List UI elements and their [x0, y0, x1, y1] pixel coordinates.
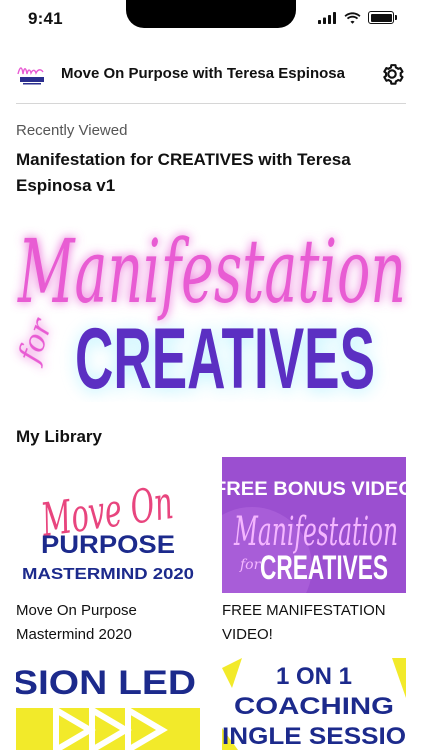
art-sub-text: MASTERMIND 2020: [22, 566, 194, 583]
library-item-artwork[interactable]: Move On PURPOSE MASTERMIND 2020: [16, 457, 200, 593]
art-for-text: for: [239, 557, 262, 573]
free-video-artwork: FREE BONUS VIDEO Manifestation for CREAT…: [222, 457, 406, 593]
art-block-text: PURPOSE: [41, 531, 175, 559]
my-library-heading: My Library: [16, 427, 102, 446]
art-block-text: CREATIVES: [260, 549, 388, 587]
hero-block-text: CREATIVES: [75, 311, 375, 402]
art-line2-text: COACHING: [234, 693, 394, 720]
cellular-signal-icon: [318, 11, 336, 24]
recently-viewed-label: Recently Viewed: [16, 122, 128, 139]
status-bar: 9:41: [0, 0, 422, 44]
app-header: Move On Purpose with Teresa Espinosa: [16, 56, 406, 92]
wifi-icon: [344, 11, 361, 24]
settings-gear-icon[interactable]: [378, 60, 406, 88]
recently-viewed-artwork[interactable]: CREATIVES CREATIVES Manifestation for: [10, 210, 412, 402]
session-led-artwork: SION LED: [16, 658, 200, 750]
battery-icon: [368, 11, 397, 24]
recently-viewed-title[interactable]: Manifestation for CREATIVES with Teresa …: [16, 147, 396, 199]
mastermind-artwork: Move On PURPOSE MASTERMIND 2020: [22, 475, 194, 583]
library-item-title[interactable]: FREE MANIFESTATION VIDEO!: [222, 599, 412, 647]
library-item-title[interactable]: Move On Purpose Mastermind 2020: [16, 599, 206, 647]
app-title: Move On Purpose with Teresa Espinosa: [61, 65, 345, 82]
header-divider: [16, 103, 406, 104]
art-line3-text: INGLE SESSIO: [222, 723, 406, 750]
art-banner-text: FREE BONUS VIDEO: [222, 479, 406, 500]
hero-script-text: Manifestation: [17, 220, 406, 323]
status-icons: [318, 11, 397, 24]
move-on-purpose-logo: [17, 67, 44, 85]
art-text: SION LED: [16, 664, 196, 702]
library-item-artwork[interactable]: FREE BONUS VIDEO Manifestation for CREAT…: [222, 457, 406, 593]
device-notch: [126, 0, 296, 28]
library-item-artwork[interactable]: SION LED: [16, 658, 200, 750]
library-item-artwork[interactable]: 1 ON 1 COACHING INGLE SESSIO: [222, 658, 406, 750]
status-time: 9:41: [28, 9, 63, 28]
coaching-artwork: 1 ON 1 COACHING INGLE SESSIO: [222, 658, 406, 750]
art-line1-text: 1 ON 1: [276, 663, 352, 690]
